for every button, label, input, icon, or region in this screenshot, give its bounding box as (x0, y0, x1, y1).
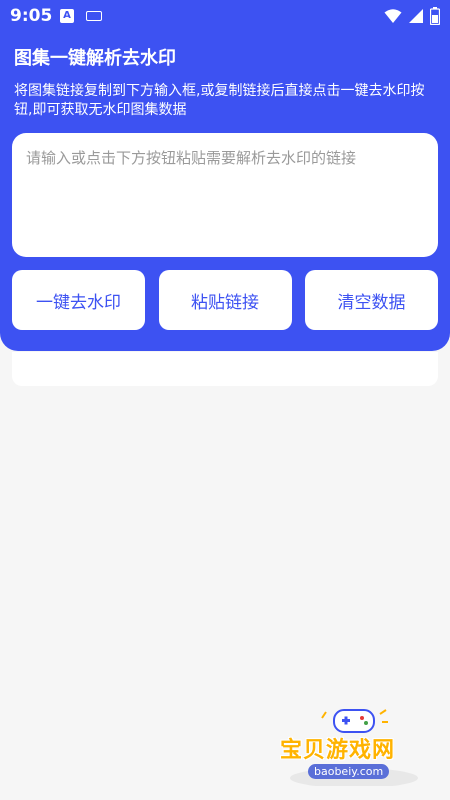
header-panel: 9:05 A 图集一键解析去水印 将图集链接复制到下方输入框,或复制链接后直接点… (0, 0, 450, 351)
status-bar: 9:05 A (0, 0, 450, 32)
app-notification-icon: A (60, 9, 74, 23)
watermark-name: 宝贝游戏网 (280, 738, 396, 763)
status-time: 9:05 (10, 6, 53, 26)
link-input[interactable] (12, 133, 438, 257)
wifi-icon (384, 9, 402, 23)
status-icons (384, 7, 440, 25)
battery-icon (430, 7, 440, 25)
action-buttons: 一键去水印 粘贴链接 清空数据 (12, 270, 438, 330)
watermark-url: baobeiy.com (308, 764, 390, 779)
page-description: 将图集链接复制到下方输入框,或复制链接后直接点击一键去水印按钮,即可获取无水印图… (14, 83, 425, 118)
paste-link-button[interactable]: 粘贴链接 (158, 270, 292, 330)
result-card (12, 352, 438, 386)
remove-watermark-button[interactable]: 一键去水印 (12, 270, 145, 330)
site-watermark: 宝贝游戏网 baobeiy.com (276, 706, 426, 786)
page-title: 图集一键解析去水印 (14, 48, 176, 69)
clear-data-button[interactable]: 清空数据 (305, 270, 438, 330)
keyboard-icon (86, 11, 102, 21)
signal-icon (409, 9, 423, 23)
